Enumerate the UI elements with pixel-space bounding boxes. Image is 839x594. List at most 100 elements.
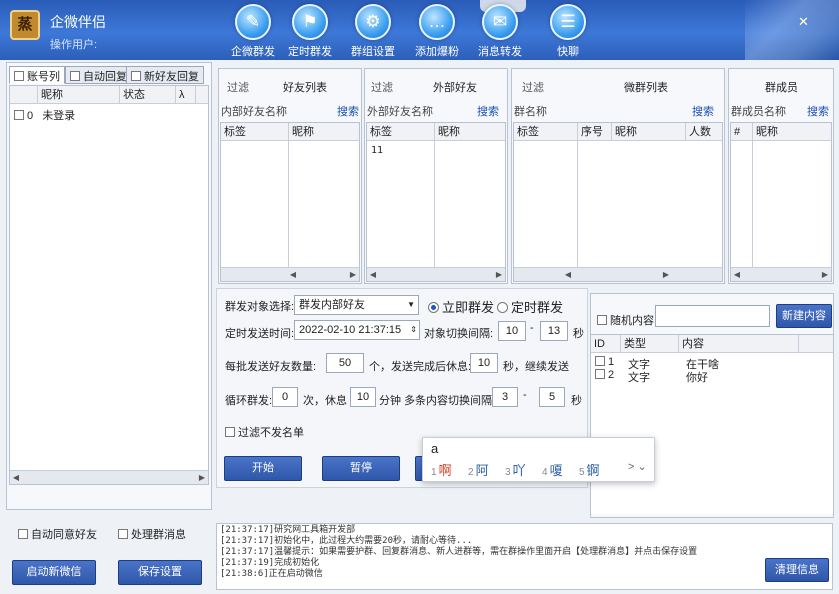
- multi-min-input[interactable]: 3: [492, 387, 518, 407]
- random-content-checkbox[interactable]: 随机内容: [597, 312, 654, 328]
- close-icon[interactable]: ✕: [798, 14, 809, 30]
- log-line: [21:37:17]初始化中，此过程大约需要20秒，请耐心等待...: [220, 536, 473, 546]
- rest-seconds-input[interactable]: 10: [470, 353, 498, 373]
- start-wechat-button[interactable]: 启动新微信: [12, 560, 96, 585]
- toolbar-quick-chat-button[interactable]: ☰ 快聊: [535, 4, 601, 59]
- group-name-label: 群名称: [514, 106, 547, 118]
- pen-icon: ✎: [235, 4, 271, 40]
- pause-button[interactable]: 暂停: [322, 456, 400, 481]
- toolbar-label: 快聊: [557, 46, 579, 58]
- toolbar-label: 群组设置: [351, 46, 395, 58]
- friend-grid: 标签 昵称 ◀ ▶: [220, 122, 360, 282]
- target-select[interactable]: 群发内部好友 ▼: [294, 295, 419, 315]
- scroll-right-icon[interactable]: ▶: [347, 268, 359, 281]
- col-index: 序号: [578, 123, 612, 141]
- horizontal-scrollbar[interactable]: ◀ ▶: [221, 267, 359, 281]
- filter-label[interactable]: 过滤: [227, 79, 249, 95]
- send-timed-radio[interactable]: 定时群发: [497, 297, 563, 316]
- scroll-right-icon[interactable]: ▶: [196, 471, 208, 484]
- process-group-checkbox[interactable]: 处理群消息: [118, 526, 186, 542]
- ime-more-icon[interactable]: > ⌄: [628, 460, 647, 473]
- app-logo: 蒸: [10, 10, 40, 40]
- send-now-radio[interactable]: 立即群发: [428, 297, 494, 316]
- row-checkbox[interactable]: [14, 110, 24, 120]
- search-link[interactable]: 搜索: [692, 103, 714, 119]
- tab-auto-reply[interactable]: 自动回复: [65, 66, 132, 84]
- filter-label[interactable]: 过滤: [371, 79, 393, 95]
- scroll-left-icon[interactable]: ◀: [562, 268, 574, 281]
- ime-candidate[interactable]: 5锕: [579, 460, 600, 479]
- table-row[interactable]: 0 未登录: [14, 107, 75, 123]
- continue-label: 秒，继续发送: [503, 361, 569, 373]
- scroll-left-icon[interactable]: ◀: [731, 268, 743, 281]
- tab-label: 账号列: [27, 71, 60, 83]
- loop-label: 循环群发:: [225, 395, 273, 407]
- chat-bubble-icon: …: [419, 4, 455, 40]
- table-row[interactable]: 2 文字 你好: [595, 369, 825, 384]
- ime-candidate[interactable]: 3吖: [505, 460, 526, 479]
- filter-label[interactable]: 过滤: [522, 79, 544, 95]
- send-time-input[interactable]: 2022-02-10 21:37:15 ⇕: [294, 320, 420, 340]
- tab-label: 新好友回复: [144, 71, 199, 83]
- member-grid: # 昵称 ◀ ▶: [730, 122, 832, 282]
- switch-max-input[interactable]: 13: [540, 321, 568, 341]
- auto-agree-checkbox[interactable]: 自动同意好友: [18, 526, 97, 542]
- log-line: [21:37:17]温馨提示：如果需要护群、回复群消息、新人进群等，需在群操作里…: [220, 547, 698, 557]
- toolbar-group-settings-button[interactable]: ⚙ 群组设置: [340, 4, 406, 59]
- search-link[interactable]: 搜索: [337, 103, 359, 119]
- horizontal-scrollbar[interactable]: ◀ ▶: [514, 267, 722, 281]
- toolbar-forward-button[interactable]: ✉ 消息转发: [467, 4, 533, 59]
- log-line: [21:37:17]研究网工具箱开发部: [220, 525, 356, 535]
- external-friend-panel: 过滤 外部好友 外部好友名称 搜索 标签 昵称 11 ◀ ▶: [364, 68, 508, 284]
- log-line: [21:38:6]正在启动微信: [220, 569, 323, 579]
- row-checkbox[interactable]: [595, 369, 605, 379]
- toolbar-add-fans-button[interactable]: … 添加爆粉: [404, 4, 470, 59]
- multi-max-input[interactable]: 5: [539, 387, 565, 407]
- search-link[interactable]: 搜索: [477, 103, 499, 119]
- batch-size-input[interactable]: 50: [326, 353, 364, 373]
- ime-candidate[interactable]: 4嗄: [542, 460, 563, 479]
- tab-icon: [131, 71, 141, 81]
- tab-icon: [14, 71, 24, 81]
- ime-candidate[interactable]: 2阿: [468, 460, 489, 479]
- member-name-label: 群成员名称: [731, 106, 786, 118]
- scroll-left-icon[interactable]: ◀: [10, 471, 22, 484]
- horizontal-scrollbar[interactable]: ◀ ▶: [367, 267, 505, 281]
- horizontal-scrollbar[interactable]: ◀ ▶: [731, 267, 831, 281]
- batch-label: 每批发送好友数量:: [225, 361, 317, 373]
- search-link[interactable]: 搜索: [807, 103, 829, 119]
- tab-new-friend-reply[interactable]: 新好友回复: [126, 66, 204, 84]
- save-settings-button[interactable]: 保存设置: [118, 560, 202, 585]
- row-checkbox[interactable]: [595, 356, 605, 366]
- toolbar-timed-send-button[interactable]: ⚑ 定时群发: [277, 4, 343, 59]
- clear-log-button[interactable]: 清理信息: [765, 558, 829, 582]
- friend-list-panel: 过滤 好友列表 内部好友名称 搜索 标签 昵称 ◀ ▶: [218, 68, 362, 284]
- start-button[interactable]: 开始: [224, 456, 302, 481]
- col-status: 状态: [120, 86, 176, 104]
- log-output[interactable]: [21:37:17]研究网工具箱开发部 [21:37:17]初始化中，此过程大约…: [216, 523, 833, 590]
- external-name-label: 外部好友名称: [367, 106, 433, 118]
- col-count: 人数: [689, 126, 711, 138]
- filter-list-checkbox[interactable]: 过滤不发名单: [225, 424, 304, 440]
- new-content-button[interactable]: 新建内容: [776, 304, 832, 328]
- range-dash: -: [523, 389, 527, 401]
- scroll-left-icon[interactable]: ◀: [367, 268, 379, 281]
- col-nickname: 昵称: [292, 126, 314, 138]
- table-row[interactable]: 1 文字 在干啥: [595, 356, 825, 371]
- loop-count-input[interactable]: 0: [272, 387, 298, 407]
- table-row[interactable]: 11: [371, 145, 383, 156]
- switch-min-input[interactable]: 10: [498, 321, 526, 341]
- col-id: ID: [591, 335, 621, 353]
- switch-interval-label: 对象切换间隔:: [424, 328, 494, 340]
- tab-accounts[interactable]: 账号列: [9, 66, 65, 84]
- content-input[interactable]: [655, 305, 770, 327]
- loop-rest-input[interactable]: 10: [350, 387, 376, 407]
- scroll-right-icon[interactable]: ▶: [660, 268, 672, 281]
- scroll-right-icon[interactable]: ▶: [819, 268, 831, 281]
- scroll-left-icon[interactable]: ◀: [287, 268, 299, 281]
- chevron-down-icon: ▼: [407, 300, 415, 309]
- scroll-right-icon[interactable]: ▶: [493, 268, 505, 281]
- horizontal-scrollbar[interactable]: ◀ ▶: [10, 470, 208, 484]
- ime-candidate[interactable]: 1啊: [431, 460, 452, 479]
- spinner-icon[interactable]: ⇕: [410, 321, 417, 339]
